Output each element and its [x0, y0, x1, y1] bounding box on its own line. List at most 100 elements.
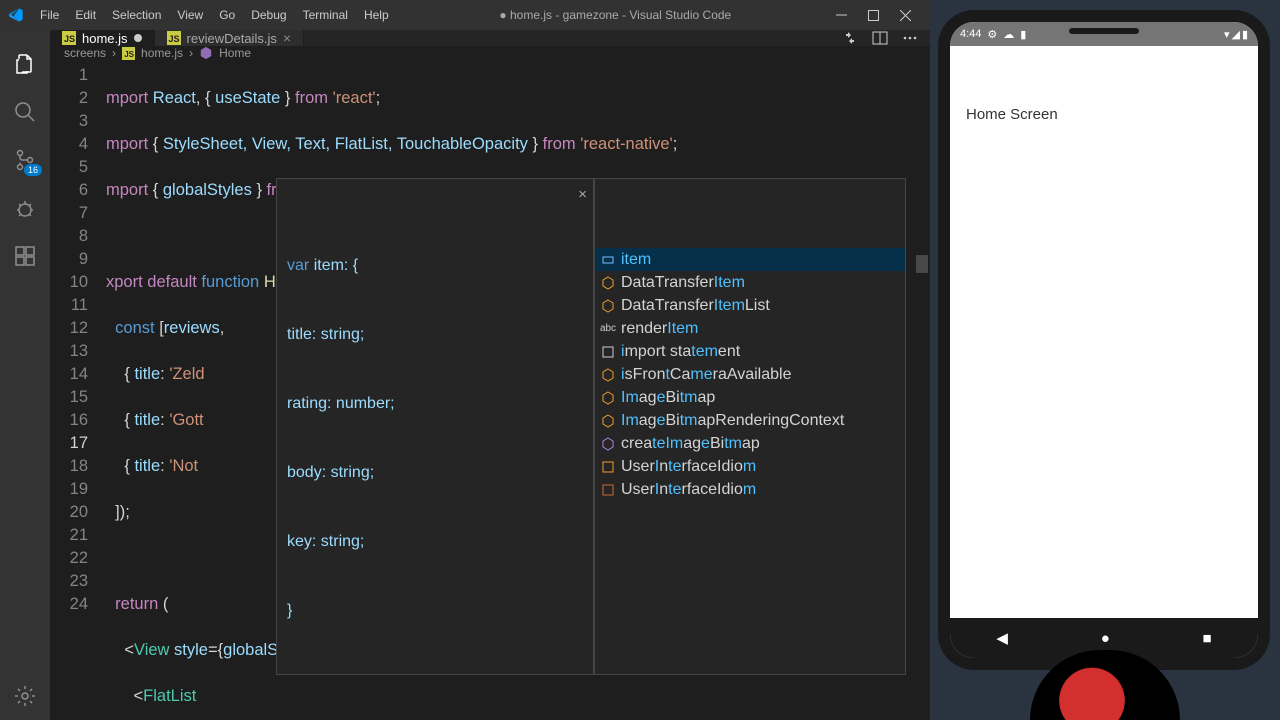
param-line: } [287, 599, 583, 622]
activity-bar: 16 [0, 30, 50, 720]
gutter: 1 2 3 4 5 6 7 8 9 10 11 12 13 14 15 16 1 [50, 60, 106, 720]
line-number: 5 [50, 156, 88, 179]
tab-label: reviewDetails.js [187, 31, 277, 46]
home-screen-text: Home Screen [966, 106, 1242, 123]
breadcrumb-part[interactable]: screens [64, 46, 106, 60]
suggestion-item[interactable]: DataTransferItemList [595, 294, 905, 317]
search-icon[interactable] [0, 88, 50, 136]
suggestion-kind-icon [601, 437, 615, 451]
main-area: 16 JS home.js JS reviewDetails.js × [0, 30, 930, 720]
suggestion-item[interactable]: UserInterfaceIdiom [595, 455, 905, 478]
param-line: var item: { [287, 254, 583, 277]
close-button[interactable] [898, 8, 912, 22]
line-number: 12 [50, 317, 88, 340]
split-editor-icon[interactable] [872, 30, 888, 46]
suggestion-item[interactable]: ImageBitmap [595, 386, 905, 409]
dirty-indicator-icon [134, 34, 142, 42]
menu-view[interactable]: View [169, 8, 211, 22]
code-lines[interactable]: mport React, { useState } from 'react'; … [106, 60, 930, 720]
breadcrumb[interactable]: screens› JS home.js› Home [50, 46, 930, 60]
line-number: 24 [50, 593, 88, 616]
debug-icon[interactable] [0, 184, 50, 232]
editor-actions [842, 30, 930, 46]
compare-changes-icon[interactable] [842, 30, 858, 46]
menu-file[interactable]: File [32, 8, 67, 22]
suggestion-item[interactable]: DataTransferItem [595, 271, 905, 294]
suggestion-item[interactable]: abcrenderItem [595, 317, 905, 340]
phone-emulator: 4:44 ⚙ ☁ ▮ ▾ ◢ ▮ Home Screen ◀ ● ■ [938, 10, 1270, 670]
suggestion-kind-icon [601, 414, 615, 428]
titlebar: File Edit Selection View Go Debug Termin… [0, 0, 930, 30]
line-number: 10 [50, 271, 88, 294]
suggestion-item[interactable]: createImageBitmap [595, 432, 905, 455]
close-hints-icon[interactable]: × [578, 183, 587, 206]
js-file-icon: JS [62, 31, 76, 45]
menu-debug[interactable]: Debug [243, 8, 294, 22]
line-number: 21 [50, 524, 88, 547]
line-number: 13 [50, 340, 88, 363]
suggestion-list[interactable]: itemDataTransferItemDataTransferItemList… [594, 178, 906, 675]
suggestion-item[interactable]: isFrontCameraAvailable [595, 363, 905, 386]
menu-go[interactable]: Go [211, 8, 243, 22]
scrollbar-thumb[interactable] [916, 255, 928, 273]
menu-selection[interactable]: Selection [104, 8, 169, 22]
source-control-icon[interactable]: 16 [0, 136, 50, 184]
menu-help[interactable]: Help [356, 8, 397, 22]
sd-icon: ▮ [1020, 28, 1026, 41]
app-content[interactable]: Home Screen [950, 46, 1258, 618]
scm-badge: 16 [24, 164, 42, 176]
battery-icon: ▮ [1242, 28, 1248, 41]
phone-speaker [1069, 28, 1139, 34]
minimize-button[interactable] [834, 8, 848, 22]
suggestion-kind-icon [601, 460, 615, 474]
close-tab-icon[interactable]: × [283, 30, 291, 46]
suggestion-kind-icon [601, 299, 615, 313]
explorer-icon[interactable] [0, 40, 50, 88]
home-button[interactable]: ● [1101, 630, 1110, 647]
code-editor[interactable]: 1 2 3 4 5 6 7 8 9 10 11 12 13 14 15 16 1 [50, 60, 930, 720]
line-number: 7 [50, 202, 88, 225]
js-file-icon: JS [122, 47, 135, 60]
line-number: 8 [50, 225, 88, 248]
cloud-icon: ☁ [1003, 28, 1014, 41]
settings-icon: ⚙ [987, 28, 997, 41]
line-number: 23 [50, 570, 88, 593]
line-number: 1 [50, 64, 88, 87]
editor-tabs: JS home.js JS reviewDetails.js × [50, 30, 930, 46]
suggestion-item[interactable]: import statement [595, 340, 905, 363]
line-number: 11 [50, 294, 88, 317]
line-number: 18 [50, 455, 88, 478]
suggestion-item[interactable]: UserInterfaceIdiom [595, 478, 905, 501]
suggestion-item[interactable]: item [595, 248, 905, 271]
suggestion-kind-icon [601, 483, 615, 497]
status-time: 4:44 [960, 28, 981, 40]
line-number: 16 [50, 409, 88, 432]
phone-screen: 4:44 ⚙ ☁ ▮ ▾ ◢ ▮ Home Screen ◀ ● ■ [950, 22, 1258, 658]
suggestion-kind-icon [601, 276, 615, 290]
breadcrumb-part[interactable]: home.js [141, 46, 183, 60]
line-number: 6 [50, 179, 88, 202]
line-number: 4 [50, 133, 88, 156]
recents-button[interactable]: ■ [1203, 630, 1212, 647]
back-button[interactable]: ◀ [996, 629, 1008, 647]
suggestion-item[interactable]: ImageBitmapRenderingContext [595, 409, 905, 432]
line-number: 2 [50, 87, 88, 110]
suggestion-kind-icon [601, 253, 615, 267]
settings-gear-icon[interactable] [0, 672, 50, 720]
line-number: 15 [50, 386, 88, 409]
param-line: rating: number; [287, 392, 583, 415]
tab-review-details-js[interactable]: JS reviewDetails.js × [155, 30, 305, 46]
line-number: 17 [50, 432, 88, 455]
param-line: body: string; [287, 461, 583, 484]
menu-edit[interactable]: Edit [67, 8, 104, 22]
param-line: title: string; [287, 323, 583, 346]
tab-home-js[interactable]: JS home.js [50, 30, 155, 46]
breadcrumb-part[interactable]: Home [219, 46, 251, 60]
extensions-icon[interactable] [0, 232, 50, 280]
param-line: key: string; [287, 530, 583, 553]
menu-terminal[interactable]: Terminal [295, 8, 356, 22]
intellisense-popup: × var item: { title: string; rating: num… [276, 178, 906, 675]
more-actions-icon[interactable] [902, 30, 918, 46]
maximize-button[interactable] [866, 8, 880, 22]
window-controls [834, 8, 922, 22]
